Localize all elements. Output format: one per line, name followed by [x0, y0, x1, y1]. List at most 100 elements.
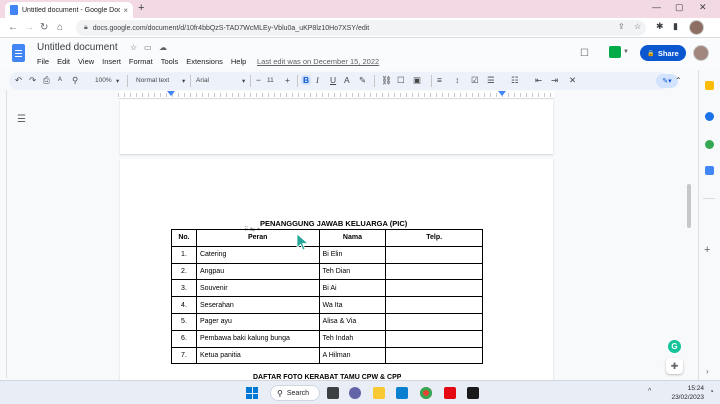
line-spacing-icon[interactable]: ↕: [455, 75, 459, 85]
cell-no[interactable]: 6.: [171, 329, 197, 348]
undo-icon[interactable]: ↶: [15, 75, 22, 86]
taskbar-search[interactable]: ⚲ Search: [270, 385, 320, 401]
cell-peran[interactable]: Ketua panitia: [195, 346, 320, 365]
extensions-puzzle-icon[interactable]: ✱: [656, 21, 664, 32]
zoom-select[interactable]: 100%: [95, 77, 112, 84]
windows-start-icon[interactable]: [246, 387, 258, 399]
hide-menus-icon[interactable]: ⌃: [675, 76, 682, 85]
chrome-icon[interactable]: [420, 387, 432, 399]
document-outline-icon[interactable]: ☰: [17, 114, 26, 125]
cell-nama[interactable]: Teh Dian: [318, 262, 387, 281]
app-icon[interactable]: [467, 387, 479, 399]
back-button[interactable]: ←: [8, 22, 18, 33]
increase-font-size-button[interactable]: +: [285, 75, 290, 85]
numbered-list-icon[interactable]: ☷: [511, 75, 519, 86]
document-title[interactable]: Untitled document: [37, 42, 118, 53]
increase-indent-icon[interactable]: ⇥: [551, 75, 558, 86]
close-window-button[interactable]: ✕: [699, 2, 707, 13]
sidebar-icon[interactable]: ▮: [673, 21, 678, 32]
menu-format[interactable]: Format: [129, 57, 153, 66]
browser-profile-avatar[interactable]: [689, 20, 704, 35]
maps-icon[interactable]: [705, 166, 714, 175]
new-tab-button[interactable]: +: [138, 2, 144, 14]
forward-button[interactable]: →: [24, 22, 34, 33]
horizontal-ruler[interactable]: [118, 91, 554, 99]
cell-nama[interactable]: Bi Ai: [318, 279, 387, 298]
menu-edit[interactable]: Edit: [57, 57, 70, 66]
cell-telp[interactable]: [385, 329, 483, 348]
cell-peran[interactable]: Pembawa baki kalung bunga: [195, 329, 320, 348]
insert-image-icon[interactable]: ▣: [413, 75, 421, 86]
tray-chevron-icon[interactable]: ^: [648, 388, 651, 395]
paint-format-icon[interactable]: ⚲: [72, 75, 78, 86]
maximize-button[interactable]: ▢: [675, 2, 684, 13]
keep-icon[interactable]: [705, 81, 714, 90]
move-folder-icon[interactable]: ▭: [144, 43, 152, 52]
cell-peran[interactable]: Angpau: [195, 262, 320, 281]
clear-formatting-icon[interactable]: ✕: [569, 75, 576, 86]
share-page-icon[interactable]: ⇪: [618, 22, 625, 31]
pic-table[interactable]: No. Peran Nama Telp. 1. Catering Bi Elin…: [171, 229, 483, 365]
menu-help[interactable]: Help: [231, 57, 246, 66]
header-telp[interactable]: Telp.: [385, 229, 483, 247]
chat-icon[interactable]: [349, 387, 361, 399]
google-docs-logo-icon[interactable]: [12, 44, 25, 62]
bold-button[interactable]: B: [301, 75, 312, 85]
cell-telp[interactable]: [385, 296, 483, 314]
font-size-input[interactable]: 11: [267, 77, 274, 84]
chevron-down-icon[interactable]: ▾: [182, 77, 185, 85]
checklist-icon[interactable]: ☑: [471, 75, 479, 86]
chevron-down-icon[interactable]: ▾: [242, 77, 245, 85]
cell-peran[interactable]: Pager ayu: [195, 312, 320, 331]
scrollbar-thumb[interactable]: [687, 184, 691, 228]
cell-no[interactable]: 3.: [171, 279, 197, 298]
cell-peran[interactable]: Seserahan: [195, 296, 320, 314]
meet-button[interactable]: ▼: [609, 46, 629, 60]
right-indent-marker[interactable]: [498, 91, 506, 96]
reload-button[interactable]: ↻: [40, 22, 48, 33]
cell-telp[interactable]: [385, 346, 483, 365]
netflix-icon[interactable]: [444, 387, 456, 399]
tab-close-icon[interactable]: ×: [123, 6, 128, 15]
share-button[interactable]: 🔒 Share: [640, 45, 686, 61]
menu-extensions[interactable]: Extensions: [186, 57, 223, 66]
menu-insert[interactable]: Insert: [102, 57, 121, 66]
last-edit-link[interactable]: Last edit was on December 15, 2022: [257, 57, 379, 66]
cell-telp[interactable]: [385, 245, 483, 264]
cell-no[interactable]: 4.: [171, 296, 197, 314]
cell-nama[interactable]: Teh Indah: [318, 329, 387, 348]
vertical-ruler[interactable]: [0, 90, 7, 378]
star-icon[interactable]: ☆: [130, 43, 137, 52]
bookmark-star-icon[interactable]: ☆: [634, 22, 641, 31]
address-bar[interactable]: 🔒︎ docs.google.com/document/d/10fr4bbQzS…: [76, 20, 646, 36]
cell-no[interactable]: 5.: [171, 312, 197, 331]
add-comment-icon[interactable]: ☐: [397, 75, 405, 86]
highlight-color-icon[interactable]: ✎: [359, 75, 366, 86]
explore-icon[interactable]: ✚: [666, 358, 683, 374]
browser-tab[interactable]: Untitled document - Google Docs ×: [5, 2, 133, 18]
tasks-icon[interactable]: [705, 112, 714, 121]
task-view-icon[interactable]: [327, 387, 339, 399]
document-page[interactable]: [120, 100, 553, 154]
add-ons-plus-icon[interactable]: +: [704, 244, 710, 256]
insert-link-icon[interactable]: ⛓: [381, 75, 392, 86]
cell-telp[interactable]: [385, 262, 483, 281]
font-select[interactable]: Arial: [196, 77, 209, 84]
cell-nama[interactable]: Alisa & Via: [318, 312, 387, 331]
print-icon[interactable]: ⎙: [43, 75, 50, 86]
redo-icon[interactable]: ↷: [29, 75, 36, 86]
cell-telp[interactable]: [385, 279, 483, 298]
menu-file[interactable]: File: [37, 57, 49, 66]
account-avatar[interactable]: [693, 45, 709, 61]
cell-no[interactable]: 7.: [171, 346, 197, 365]
italic-button[interactable]: I: [316, 75, 319, 85]
taskbar-clock[interactable]: 15:24 23/02/2023: [664, 384, 704, 402]
comment-history-icon[interactable]: ☐: [580, 48, 589, 59]
menu-view[interactable]: View: [78, 57, 94, 66]
align-icon[interactable]: ≡: [437, 75, 442, 85]
file-explorer-icon[interactable]: [373, 387, 385, 399]
decrease-font-size-button[interactable]: −: [256, 75, 261, 85]
tasks-check-icon[interactable]: [705, 140, 714, 149]
notification-icon[interactable]: ◔: [709, 387, 714, 396]
edge-browser-icon[interactable]: [396, 387, 408, 399]
